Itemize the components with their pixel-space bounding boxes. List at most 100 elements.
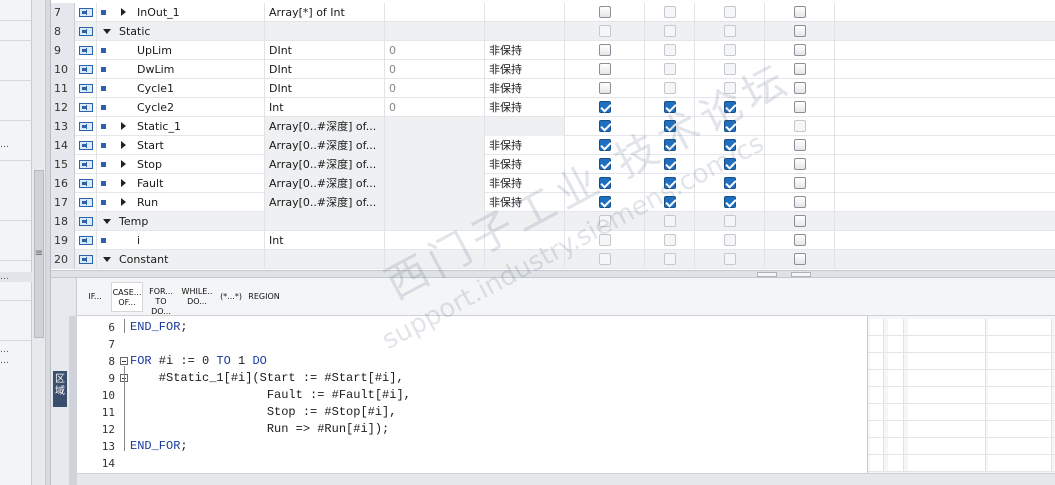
code-line[interactable]: Fault := #Fault[#i], — [130, 387, 411, 404]
checkbox[interactable] — [723, 44, 736, 56]
variable-name-cell[interactable]: Run — [97, 193, 265, 212]
checkbox[interactable] — [663, 177, 676, 189]
code-line[interactable]: Run => #Run[#i]); — [130, 421, 389, 438]
expand-down-icon[interactable] — [103, 29, 111, 34]
checkbox[interactable] — [598, 215, 611, 227]
retain-cell[interactable] — [485, 117, 565, 136]
expand-down-icon[interactable] — [103, 219, 111, 224]
data-type-cell[interactable]: DInt — [265, 60, 385, 79]
retain-cell[interactable]: 非保持 — [485, 41, 565, 60]
retain-cell[interactable] — [485, 250, 565, 269]
data-type-cell[interactable]: Array[0..#深度] of... — [265, 193, 385, 212]
default-value-cell[interactable] — [385, 212, 485, 231]
variable-name-cell[interactable]: InOut_1 — [97, 3, 265, 22]
default-value-cell[interactable] — [385, 22, 485, 41]
variable-name-cell[interactable]: i — [97, 231, 265, 250]
collapse-down-icon[interactable] — [791, 272, 811, 277]
variable-name-cell[interactable]: Fault — [97, 174, 265, 193]
retain-cell[interactable] — [485, 231, 565, 250]
checkbox[interactable] — [598, 44, 611, 56]
checkbox[interactable] — [598, 82, 611, 94]
checkbox[interactable] — [723, 253, 736, 265]
default-value-cell[interactable] — [385, 231, 485, 250]
data-type-cell[interactable]: DInt — [265, 79, 385, 98]
data-type-cell[interactable]: Array[0..#深度] of... — [265, 117, 385, 136]
table-row[interactable]: 11 Cycle1 DInt 0 非保持 — [51, 79, 1055, 98]
data-type-cell[interactable]: Array[0..#深度] of... — [265, 136, 385, 155]
retain-cell[interactable]: 非保持 — [485, 79, 565, 98]
variable-name-cell[interactable]: Static — [97, 22, 265, 41]
default-value-cell[interactable]: 0 — [385, 79, 485, 98]
scl-code-editor[interactable]: 6 7 8 9 10 11 12 13 14 END_FOR; FOR #i := 0 TO 1 … — [77, 316, 867, 473]
table-row[interactable]: 18 Temp — [51, 212, 1055, 231]
data-type-cell[interactable]: Int — [265, 231, 385, 250]
checkbox[interactable] — [598, 177, 611, 189]
checkbox[interactable] — [663, 253, 676, 265]
checkbox[interactable] — [598, 25, 611, 37]
table-row[interactable]: 20 Constant — [51, 250, 1055, 269]
checkbox[interactable] — [663, 196, 676, 208]
code-line[interactable]: #Static_1[#i](Start := #Start[#i], — [130, 370, 404, 387]
checkbox[interactable] — [663, 82, 676, 94]
data-type-cell[interactable] — [265, 250, 385, 269]
checkbox[interactable] — [663, 120, 676, 132]
retain-cell[interactable]: 非保持 — [485, 136, 565, 155]
variable-name-cell[interactable]: Static_1 — [97, 117, 265, 136]
checkbox[interactable] — [663, 139, 676, 151]
checkbox[interactable] — [663, 44, 676, 56]
default-value-cell[interactable] — [385, 193, 485, 212]
data-type-cell[interactable]: Array[0..#深度] of... — [265, 155, 385, 174]
checkbox[interactable] — [793, 63, 806, 75]
default-value-cell[interactable] — [385, 136, 485, 155]
checkbox[interactable] — [723, 234, 736, 246]
checkbox[interactable] — [793, 101, 806, 113]
variable-name-cell[interactable]: Cycle1 — [97, 79, 265, 98]
checkbox[interactable] — [598, 139, 611, 151]
retain-cell[interactable]: 非保持 — [485, 60, 565, 79]
checkbox[interactable] — [793, 139, 806, 151]
expand-right-icon[interactable] — [121, 8, 126, 16]
default-value-cell[interactable] — [385, 155, 485, 174]
checkbox[interactable] — [663, 158, 676, 170]
default-value-cell[interactable] — [385, 117, 485, 136]
checkbox[interactable] — [598, 120, 611, 132]
default-value-cell[interactable]: 0 — [385, 98, 485, 117]
retain-cell[interactable] — [485, 3, 565, 22]
table-row[interactable]: 9 UpLim DInt 0 非保持 — [51, 41, 1055, 60]
toolbar-for-button[interactable]: FOR... TO DO... — [145, 282, 177, 316]
data-type-cell[interactable]: DInt — [265, 41, 385, 60]
default-value-cell[interactable] — [385, 250, 485, 269]
checkbox[interactable] — [663, 25, 676, 37]
checkbox[interactable] — [598, 6, 611, 18]
checkbox[interactable] — [723, 101, 736, 113]
checkbox[interactable] — [663, 215, 676, 227]
table-row[interactable]: 10 DwLim DInt 0 非保持 — [51, 60, 1055, 79]
checkbox[interactable] — [793, 253, 806, 265]
toolbar-region-button[interactable]: REGION — [247, 282, 281, 312]
toolbar-comment-button[interactable]: (*...*) — [217, 282, 245, 312]
retain-cell[interactable]: 非保持 — [485, 174, 565, 193]
table-row[interactable]: 8 Static — [51, 22, 1055, 41]
checkbox[interactable] — [598, 101, 611, 113]
table-row[interactable]: 12 Cycle2 Int 0 非保持 — [51, 98, 1055, 117]
code-line[interactable]: END_FOR; — [130, 319, 188, 336]
toolbar-if-button[interactable]: IF... — [81, 282, 109, 312]
table-row[interactable]: 15 Stop Array[0..#深度] of... 非保持 — [51, 155, 1055, 174]
expand-right-icon[interactable] — [121, 160, 126, 168]
checkbox[interactable] — [723, 196, 736, 208]
region-label[interactable]: 区域 — [53, 371, 67, 407]
retain-cell[interactable]: 非保持 — [485, 98, 565, 117]
checkbox[interactable] — [793, 6, 806, 18]
table-row[interactable]: 19 i Int — [51, 231, 1055, 250]
checkbox[interactable] — [793, 196, 806, 208]
checkbox[interactable] — [598, 63, 611, 75]
data-type-cell[interactable]: Array[0..#深度] of... — [265, 174, 385, 193]
checkbox[interactable] — [793, 82, 806, 94]
checkbox[interactable] — [793, 44, 806, 56]
checkbox[interactable] — [598, 234, 611, 246]
retain-cell[interactable]: 非保持 — [485, 155, 565, 174]
table-row[interactable]: 16 Fault Array[0..#深度] of... 非保持 — [51, 174, 1055, 193]
variable-name-cell[interactable]: DwLim — [97, 60, 265, 79]
ellipsis-icon[interactable]: … — [0, 272, 32, 282]
checkbox[interactable] — [598, 196, 611, 208]
